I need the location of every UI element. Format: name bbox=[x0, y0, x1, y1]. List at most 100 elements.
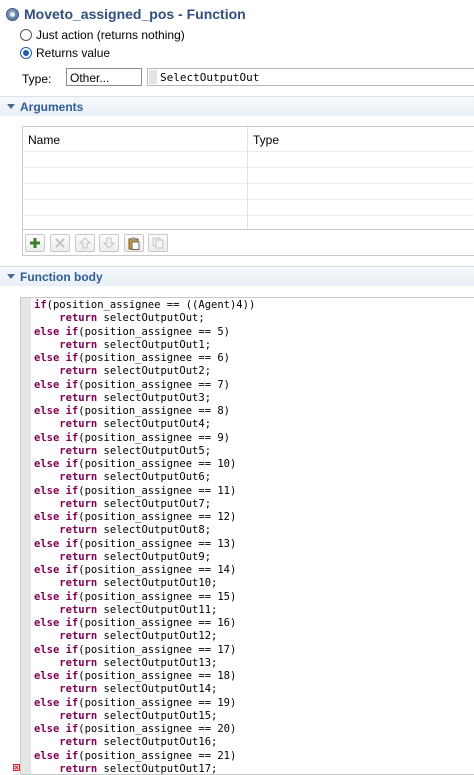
code-keyword: return bbox=[59, 603, 98, 616]
code-expression: (position_assignee == 13) bbox=[78, 537, 237, 550]
code-line: return selectOutputOut14; bbox=[34, 683, 255, 696]
code-keyword: else if bbox=[34, 458, 79, 470]
radio-just-action[interactable]: Just action (returns nothing) bbox=[20, 27, 185, 43]
table-row-divider bbox=[23, 183, 473, 184]
radio-returns-value[interactable]: Returns value bbox=[20, 45, 110, 61]
code-line: return selectOutputOut6; bbox=[34, 471, 255, 484]
code-line: else if(position_assignee == 7) bbox=[34, 379, 255, 392]
code-line: else if(position_assignee == 5) bbox=[34, 326, 255, 339]
error-icon[interactable] bbox=[13, 764, 20, 771]
code-keyword: else if bbox=[34, 696, 79, 709]
function-body-section-header[interactable]: Function body bbox=[0, 266, 474, 286]
code-expression: selectOutputOut8; bbox=[97, 524, 212, 537]
arguments-section-header[interactable]: Arguments bbox=[0, 96, 474, 116]
chevron-down-icon[interactable] bbox=[7, 274, 15, 279]
code-keyword: else if bbox=[34, 378, 79, 391]
code-expression: selectOutputOut17; bbox=[97, 762, 218, 775]
code-expression: (position_assignee == 21) bbox=[78, 749, 237, 762]
code-expression: (position_assignee == 7) bbox=[78, 378, 230, 391]
code-keyword: else if bbox=[34, 723, 79, 735]
title-bar: Moveto_assigned_pos - Function bbox=[0, 0, 474, 28]
code-expression: selectOutputOut11; bbox=[97, 603, 218, 616]
code-line: else if(position_assignee == 21) bbox=[34, 750, 255, 763]
arguments-toolbar bbox=[22, 230, 474, 256]
column-header-type[interactable]: Type bbox=[253, 133, 279, 147]
code-keyword: else if bbox=[34, 352, 79, 364]
code-expression: (position_assignee == 5) bbox=[78, 325, 230, 338]
code-expression: selectOutputOut2; bbox=[97, 365, 212, 378]
code-line: return selectOutputOut; bbox=[34, 312, 255, 325]
code-expression: (position_assignee == 17) bbox=[78, 643, 237, 656]
code-keyword: else if bbox=[34, 643, 79, 656]
radio-just-action-button[interactable] bbox=[20, 29, 32, 41]
code-keyword: return bbox=[59, 391, 98, 404]
delete-argument-button[interactable] bbox=[50, 234, 70, 252]
copy-icon bbox=[152, 237, 164, 249]
code-keyword: return bbox=[59, 683, 98, 696]
type-value-field[interactable]: SelectOutputOut bbox=[147, 68, 474, 86]
code-gutter bbox=[21, 298, 31, 774]
code-editor[interactable]: if(position_assignee == ((Agent)4)) retu… bbox=[20, 297, 474, 775]
code-line: else if(position_assignee == 9) bbox=[34, 432, 255, 445]
radio-returns-value-label: Returns value bbox=[36, 46, 111, 60]
code-expression: (position_assignee == 15) bbox=[78, 590, 237, 603]
code-line: return selectOutputOut10; bbox=[34, 577, 255, 590]
code-text[interactable]: if(position_assignee == ((Agent)4)) retu… bbox=[34, 299, 255, 775]
table-row-divider bbox=[23, 151, 473, 152]
code-line: return selectOutputOut16; bbox=[34, 736, 255, 749]
code-keyword: else if bbox=[34, 325, 79, 338]
code-keyword: else if bbox=[34, 511, 79, 523]
code-keyword: else if bbox=[34, 484, 79, 497]
type-field-handle bbox=[149, 70, 157, 84]
function-body-section-title: Function body bbox=[20, 270, 103, 284]
code-line: else if(position_assignee == 13) bbox=[34, 538, 255, 551]
code-line: return selectOutputOut15; bbox=[34, 710, 255, 723]
code-keyword: return bbox=[59, 630, 98, 643]
code-keyword: return bbox=[59, 550, 98, 563]
code-expression: (position_assignee == 20) bbox=[78, 723, 237, 735]
code-expression: selectOutputOut4; bbox=[97, 418, 212, 431]
column-header-name[interactable]: Name bbox=[28, 133, 60, 147]
move-down-button[interactable] bbox=[99, 234, 119, 252]
code-line: else if(position_assignee == 6) bbox=[34, 352, 255, 365]
code-expression: selectOutputOut7; bbox=[97, 497, 212, 510]
code-expression: selectOutputOut13; bbox=[97, 656, 218, 669]
code-expression: selectOutputOut6; bbox=[97, 471, 212, 484]
code-expression: (position_assignee == 6) bbox=[78, 352, 230, 364]
radio-returns-value-button[interactable] bbox=[20, 47, 32, 59]
code-line: else if(position_assignee == 11) bbox=[34, 485, 255, 498]
code-keyword: return bbox=[59, 497, 98, 510]
arguments-table[interactable]: Name Type bbox=[22, 126, 474, 230]
code-expression: (position_assignee == 19) bbox=[78, 696, 237, 709]
table-row-divider bbox=[23, 199, 473, 200]
function-icon bbox=[6, 8, 19, 21]
code-line: return selectOutputOut13; bbox=[34, 657, 255, 670]
paste-button[interactable] bbox=[124, 234, 144, 252]
column-separator bbox=[247, 127, 248, 229]
move-up-button[interactable] bbox=[75, 234, 95, 252]
code-expression: selectOutputOut15; bbox=[97, 709, 218, 722]
chevron-down-icon[interactable] bbox=[7, 104, 15, 109]
add-icon bbox=[30, 238, 40, 248]
code-expression: (position_assignee == 14) bbox=[78, 564, 237, 576]
add-argument-button[interactable] bbox=[25, 234, 45, 252]
copy-button[interactable] bbox=[148, 234, 168, 252]
code-line: else if(position_assignee == 12) bbox=[34, 511, 255, 524]
type-select[interactable]: Other... bbox=[66, 68, 142, 86]
code-expression: selectOutputOut5; bbox=[97, 444, 212, 457]
code-expression: (position_assignee == 8) bbox=[78, 405, 230, 417]
code-expression: (position_assignee == 18) bbox=[78, 670, 237, 682]
code-line: else if(position_assignee == 19) bbox=[34, 697, 255, 710]
table-row-divider bbox=[23, 215, 473, 216]
code-keyword: else if bbox=[34, 617, 79, 629]
code-keyword: else if bbox=[34, 564, 79, 576]
code-expression: selectOutputOut10; bbox=[97, 577, 218, 590]
code-line: return selectOutputOut17; bbox=[34, 762, 255, 775]
code-keyword: return bbox=[59, 524, 98, 537]
code-line: return selectOutputOut12; bbox=[34, 630, 255, 643]
code-line: else if(position_assignee == 18) bbox=[34, 670, 255, 683]
code-expression: (position_assignee == 9) bbox=[78, 431, 230, 444]
code-expression: selectOutputOut14; bbox=[97, 683, 218, 696]
delete-icon bbox=[55, 238, 65, 248]
code-keyword: return bbox=[59, 736, 98, 749]
